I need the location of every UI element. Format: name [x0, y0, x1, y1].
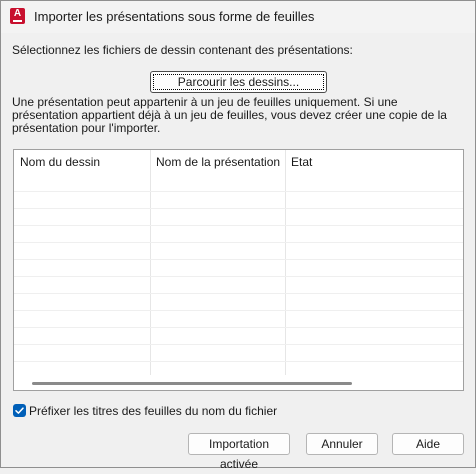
column-header-layout-name[interactable]: Nom de la présentation	[150, 150, 285, 175]
layouts-table[interactable]: Nom du dessin Nom de la présentation Eta…	[13, 149, 464, 391]
row-divider	[14, 344, 463, 345]
row-divider	[14, 327, 463, 328]
select-files-label: Sélectionnez les fichiers de dessin cont…	[12, 43, 353, 57]
checkmark-icon	[15, 407, 24, 414]
row-divider	[14, 225, 463, 226]
row-divider	[14, 259, 463, 260]
window-title: Importer les présentations sous forme de…	[34, 9, 315, 24]
autocad-icon: A	[10, 8, 25, 24]
help-button[interactable]: Aide	[392, 433, 464, 455]
info-text: Une présentation peut appartenir à un je…	[12, 95, 447, 135]
import-button[interactable]: Importation activée	[188, 433, 290, 471]
column-divider	[285, 150, 286, 375]
row-divider	[14, 361, 463, 362]
column-header-status[interactable]: Etat	[285, 150, 463, 175]
import-layouts-dialog: A Importer les présentations sous forme …	[0, 0, 476, 471]
prefix-checkbox[interactable]	[13, 404, 26, 417]
prefix-checkbox-label[interactable]: Préfixer les titres des feuilles du nom …	[29, 404, 277, 418]
horizontal-scrollbar[interactable]	[32, 382, 352, 385]
table-header: Nom du dessin Nom de la présentation Eta…	[14, 150, 463, 175]
row-divider	[14, 208, 463, 209]
row-divider	[14, 293, 463, 294]
column-divider	[150, 150, 151, 375]
row-divider	[14, 191, 463, 192]
row-divider	[14, 310, 463, 311]
row-divider	[14, 276, 463, 277]
column-header-drawing-name[interactable]: Nom du dessin	[14, 150, 150, 175]
title-bar: A Importer les présentations sous forme …	[1, 1, 475, 33]
browse-drawings-button[interactable]: Parcourir les dessins...	[150, 71, 327, 93]
row-divider	[14, 242, 463, 243]
cancel-button[interactable]: Annuler	[306, 433, 378, 455]
